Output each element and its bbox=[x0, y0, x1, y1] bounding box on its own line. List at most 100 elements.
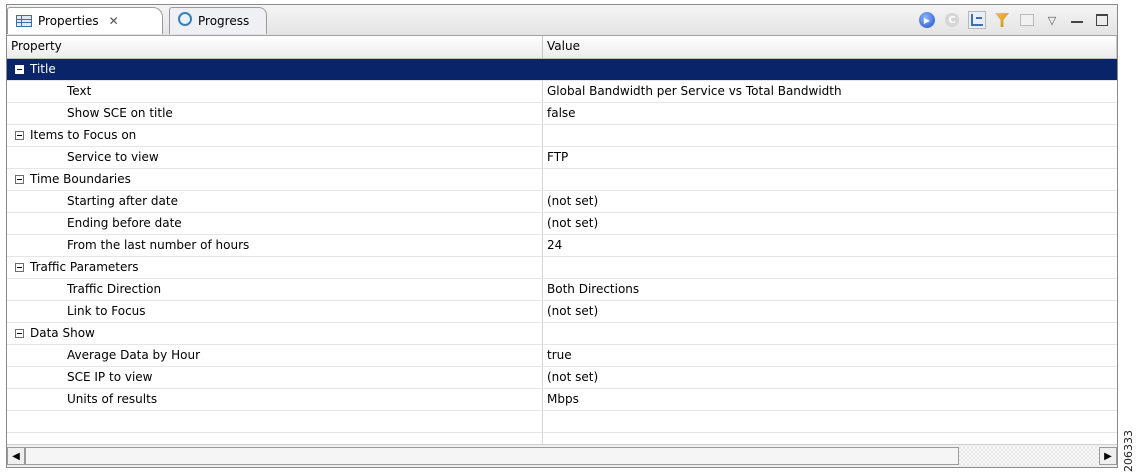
value-cell[interactable] bbox=[543, 323, 1117, 344]
value-cell[interactable]: 24 bbox=[543, 235, 1117, 256]
value-cell[interactable] bbox=[543, 59, 1117, 80]
value-cell[interactable] bbox=[543, 257, 1117, 278]
horizontal-scrollbar[interactable]: ◀ ▶ bbox=[7, 444, 1117, 467]
table-header: Property Value bbox=[7, 36, 1117, 59]
scroll-left-icon: ◀ bbox=[12, 450, 20, 462]
property-cell: Traffic Direction bbox=[7, 279, 543, 300]
properties-view: Properties ✕ Progress ▶ C ▽ Property Val… bbox=[6, 4, 1118, 468]
property-name: Ending before date bbox=[67, 216, 182, 230]
table-row[interactable]: Units of results Mbps bbox=[7, 389, 1117, 411]
property-cell: Traffic Parameters bbox=[7, 257, 543, 278]
property-name: Link to Focus bbox=[67, 304, 146, 318]
property-cell: SCE IP to view bbox=[7, 367, 543, 388]
scroll-right-icon: ▶ bbox=[1104, 450, 1112, 462]
property-name: Traffic Parameters bbox=[30, 260, 139, 274]
property-name: Traffic Direction bbox=[67, 282, 162, 296]
column-header-value[interactable]: Value bbox=[543, 36, 1117, 58]
value-cell[interactable]: (not set) bbox=[543, 367, 1117, 388]
figure-id: 206333 bbox=[1122, 430, 1135, 472]
property-name: Starting after date bbox=[67, 194, 178, 208]
table-row[interactable]: Service to view FTP bbox=[7, 147, 1117, 169]
c-icon: C bbox=[945, 13, 959, 27]
view-menu-button[interactable]: ▽ bbox=[1043, 11, 1061, 29]
table-row[interactable]: Average Data by Hour true bbox=[7, 345, 1117, 367]
view-toolbar: ▶ C ▽ bbox=[918, 8, 1111, 32]
filter-button[interactable] bbox=[993, 11, 1011, 29]
scroll-left-button[interactable]: ◀ bbox=[7, 447, 25, 465]
collapse-icon[interactable] bbox=[15, 131, 24, 140]
value-cell[interactable] bbox=[543, 411, 1117, 432]
c-button[interactable]: C bbox=[943, 11, 961, 29]
property-cell: Starting after date bbox=[7, 191, 543, 212]
progress-icon bbox=[178, 12, 192, 26]
property-name: Service to view bbox=[67, 150, 159, 164]
property-name: Title bbox=[30, 62, 56, 76]
table-row[interactable]: Text Global Bandwidth per Service vs Tota… bbox=[7, 81, 1117, 103]
maximize-button[interactable] bbox=[1093, 11, 1111, 29]
property-name: Items to Focus on bbox=[30, 128, 137, 142]
property-cell: Link to Focus bbox=[7, 301, 543, 322]
collapse-icon[interactable] bbox=[15, 175, 24, 184]
table-row[interactable]: From the last number of hours 24 bbox=[7, 235, 1117, 257]
properties-icon bbox=[16, 15, 32, 27]
table-row[interactable]: Show SCE on title false bbox=[7, 103, 1117, 125]
property-name: From the last number of hours bbox=[67, 238, 250, 252]
property-cell: Text bbox=[7, 81, 543, 102]
property-name: Data Show bbox=[30, 326, 95, 340]
minimize-button[interactable] bbox=[1068, 11, 1086, 29]
property-cell: Service to view bbox=[7, 147, 543, 168]
run-icon: ▶ bbox=[919, 12, 935, 28]
value-cell[interactable]: Mbps bbox=[543, 389, 1117, 410]
value-cell[interactable] bbox=[543, 125, 1117, 146]
advanced-button[interactable] bbox=[1018, 11, 1036, 29]
collapse-icon[interactable] bbox=[15, 65, 24, 74]
show-categories-icon bbox=[971, 14, 983, 26]
scroll-track[interactable] bbox=[25, 447, 1099, 465]
category-row[interactable]: Traffic Parameters bbox=[7, 257, 1117, 279]
close-icon[interactable]: ✕ bbox=[109, 14, 119, 28]
property-name: Units of results bbox=[67, 392, 158, 406]
table-row[interactable]: SCE IP to view (not set) bbox=[7, 367, 1117, 389]
value-cell[interactable]: FTP bbox=[543, 147, 1117, 168]
collapse-icon[interactable] bbox=[15, 329, 24, 338]
property-cell: Units of results bbox=[7, 389, 543, 410]
advanced-icon bbox=[1020, 14, 1034, 26]
value-cell[interactable]: false bbox=[543, 103, 1117, 124]
value-cell[interactable]: Both Directions bbox=[543, 279, 1117, 300]
property-cell: Ending before date bbox=[7, 213, 543, 234]
table-row[interactable]: Starting after date (not set) bbox=[7, 191, 1117, 213]
table-row[interactable]: Traffic Direction Both Directions bbox=[7, 279, 1117, 301]
value-cell[interactable]: (not set) bbox=[543, 191, 1117, 212]
value-cell[interactable]: Global Bandwidth per Service vs Total Ba… bbox=[543, 81, 1117, 102]
tab-bar: Properties ✕ Progress ▶ C ▽ bbox=[7, 5, 1117, 36]
property-name: Text bbox=[67, 84, 92, 98]
value-cell[interactable]: (not set) bbox=[543, 213, 1117, 234]
properties-table: Property Value Title Text Global Bandwidth… bbox=[7, 36, 1117, 445]
value-cell[interactable]: true bbox=[543, 345, 1117, 366]
property-cell: Data Show bbox=[7, 323, 543, 344]
scroll-thumb[interactable] bbox=[25, 447, 960, 465]
property-cell: Show SCE on title bbox=[7, 103, 543, 124]
collapse-icon[interactable] bbox=[15, 263, 24, 272]
property-cell bbox=[7, 411, 543, 432]
property-cell: Average Data by Hour bbox=[7, 345, 543, 366]
column-header-property[interactable]: Property bbox=[7, 36, 543, 58]
show-categories-button[interactable] bbox=[968, 11, 986, 29]
tab-properties[interactable]: Properties ✕ bbox=[7, 7, 163, 34]
scroll-right-button[interactable]: ▶ bbox=[1099, 447, 1117, 465]
table-row[interactable]: Ending before date (not set) bbox=[7, 213, 1117, 235]
tab-properties-label: Properties bbox=[38, 14, 99, 28]
category-row[interactable]: Time Boundaries bbox=[7, 169, 1117, 191]
value-cell[interactable]: (not set) bbox=[543, 301, 1117, 322]
tab-progress-label: Progress bbox=[198, 14, 250, 28]
value-cell[interactable] bbox=[543, 169, 1117, 190]
property-cell: Time Boundaries bbox=[7, 169, 543, 190]
category-row[interactable]: Data Show bbox=[7, 323, 1117, 345]
table-row[interactable]: Link to Focus (not set) bbox=[7, 301, 1117, 323]
table-row[interactable] bbox=[7, 411, 1117, 433]
category-row[interactable]: Items to Focus on bbox=[7, 125, 1117, 147]
category-row[interactable]: Title bbox=[7, 59, 1117, 81]
run-button[interactable]: ▶ bbox=[918, 11, 936, 29]
property-name: Average Data by Hour bbox=[67, 348, 200, 362]
tab-progress[interactable]: Progress bbox=[169, 7, 267, 34]
